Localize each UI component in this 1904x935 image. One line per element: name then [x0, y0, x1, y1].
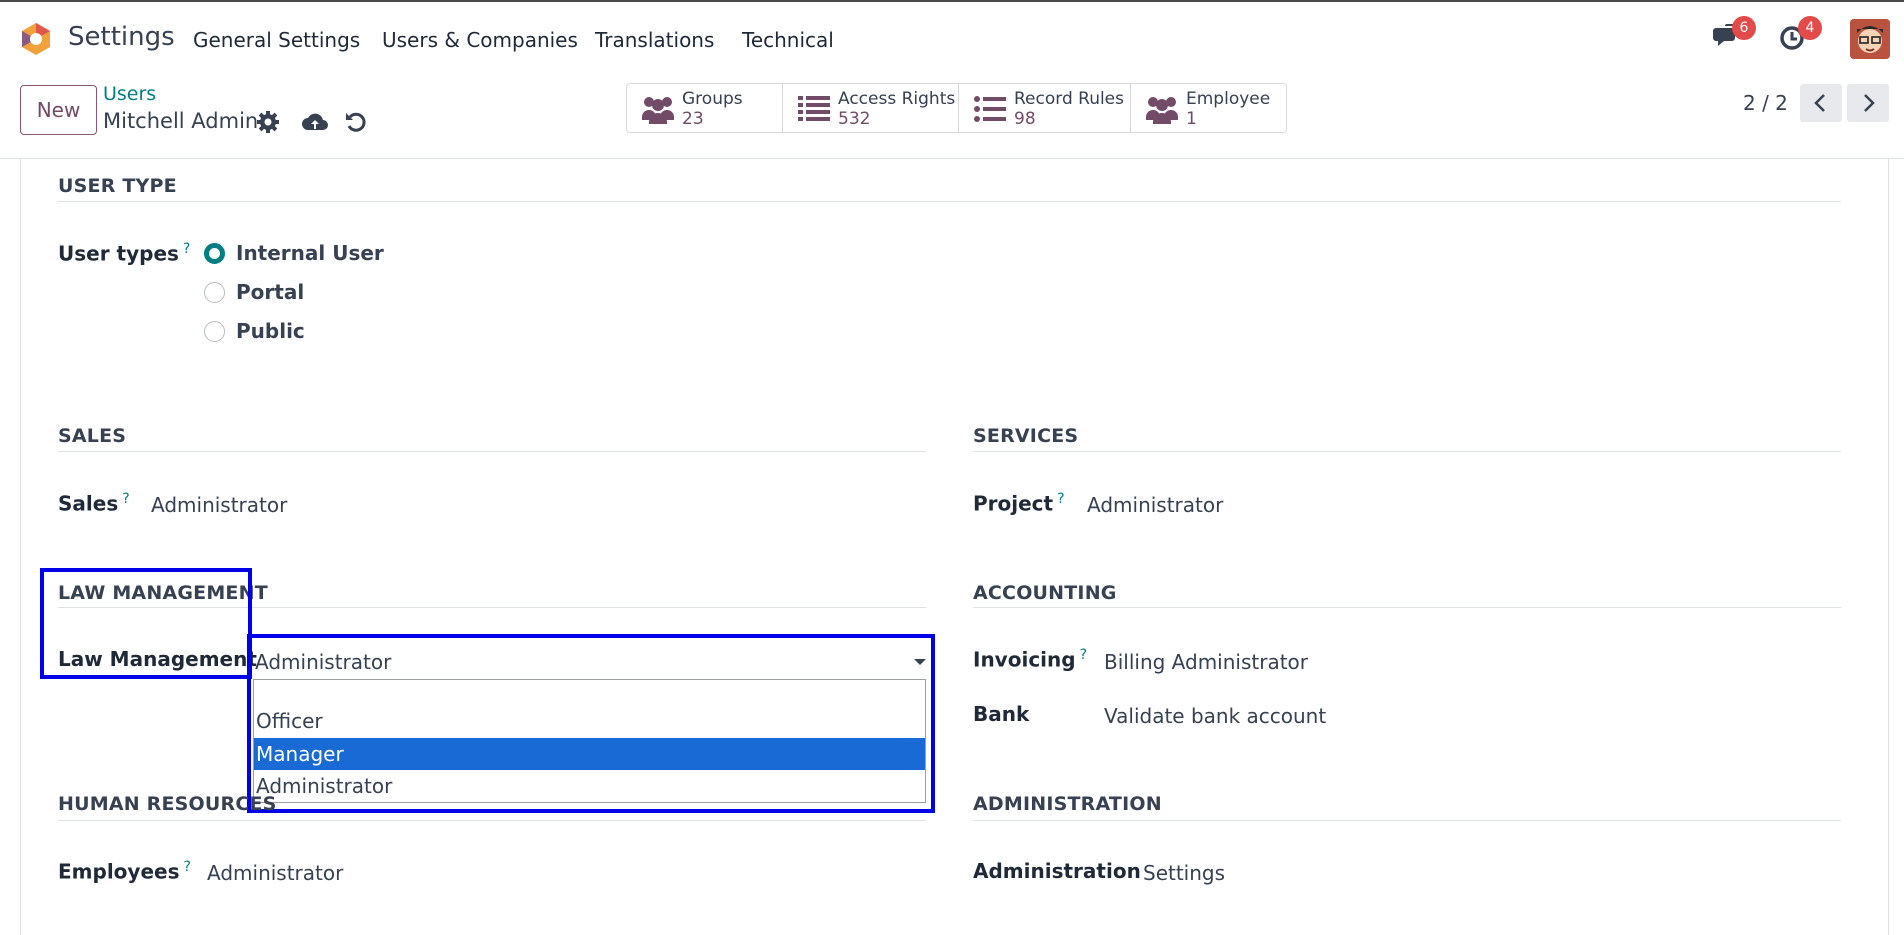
users-icon	[642, 97, 674, 124]
employees-label: Employees?	[58, 859, 191, 884]
section-divider	[58, 820, 926, 821]
chevron-left-icon	[1814, 94, 1825, 112]
section-title-administration: ADMINISTRATION	[973, 793, 1162, 815]
highlight-box-law-label	[40, 568, 252, 679]
menu-general-settings[interactable]: General Settings	[193, 28, 360, 52]
smart-button-label: Groups	[682, 89, 743, 109]
highlight-box-law-select	[247, 634, 935, 813]
help-icon[interactable]: ?	[1080, 647, 1087, 663]
bank-label: Bank	[973, 702, 1030, 726]
section-title-accounting: ACCOUNTING	[973, 582, 1117, 604]
bank-value[interactable]: Validate bank account	[1104, 704, 1326, 728]
app-title[interactable]: Settings	[68, 22, 175, 52]
section-title-sales: SALES	[58, 425, 127, 447]
smart-button-value: 98	[1014, 109, 1036, 129]
menu-translations[interactable]: Translations	[595, 28, 714, 52]
activities-badge: 4	[1798, 16, 1822, 40]
section-divider	[973, 607, 1841, 608]
employees-label-text: Employees	[58, 859, 180, 884]
record-name: Mitchell Admin	[103, 109, 259, 133]
menu-users-companies[interactable]: Users & Companies	[382, 28, 578, 52]
radio-portal[interactable]	[204, 282, 225, 303]
form-sheet	[20, 159, 1889, 935]
breadcrumb-users[interactable]: Users	[103, 83, 156, 105]
smart-button-record-rules[interactable]: Record Rules 98	[959, 84, 1131, 132]
invoicing-label: Invoicing?	[973, 647, 1087, 672]
smart-button-employee[interactable]: Employee 1	[1131, 84, 1286, 132]
gear-icon[interactable]	[255, 109, 281, 135]
smart-buttons: Groups 23 Access Rights 532 Record Rules…	[626, 83, 1287, 133]
smart-button-value: 23	[682, 109, 704, 129]
section-divider	[973, 451, 1841, 452]
control-panel: New Users Mitchell Admin Groups 23 Acces…	[0, 73, 1904, 159]
users-icon	[1146, 97, 1178, 124]
employees-value[interactable]: Administrator	[207, 861, 343, 885]
discard-changes-icon[interactable]	[343, 109, 369, 135]
administration-value[interactable]: Settings	[1143, 861, 1225, 885]
sales-value[interactable]: Administrator	[151, 493, 287, 517]
radio-internal-user[interactable]	[204, 243, 225, 264]
radio-public[interactable]	[204, 321, 225, 342]
help-icon[interactable]: ?	[183, 859, 190, 875]
radio-label-portal[interactable]: Portal	[236, 280, 304, 304]
help-icon[interactable]: ?	[122, 491, 129, 507]
invoicing-label-text: Invoicing	[973, 647, 1076, 672]
sales-label-text: Sales	[58, 491, 119, 516]
user-avatar[interactable]	[1850, 19, 1890, 59]
project-value[interactable]: Administrator	[1087, 493, 1223, 517]
section-divider	[973, 820, 1841, 821]
menu-technical[interactable]: Technical	[742, 28, 834, 52]
administration-label: Administration	[973, 859, 1141, 883]
avatar-face-icon	[1850, 19, 1890, 59]
section-title-human-resources: HUMAN RESOURCES	[58, 793, 277, 815]
user-types-label-text: User types	[58, 241, 179, 266]
chevron-right-icon	[1864, 94, 1875, 112]
section-divider	[58, 451, 926, 452]
activities-button[interactable]: 4	[1778, 16, 1822, 56]
pager-previous-button[interactable]	[1800, 84, 1842, 122]
section-title-user-type: USER TYPE	[58, 175, 177, 197]
user-types-label: User types?	[58, 241, 190, 266]
help-icon[interactable]: ?	[1057, 491, 1064, 507]
smart-button-label: Record Rules	[1014, 89, 1125, 109]
messages-badge: 6	[1732, 16, 1756, 40]
sales-label: Sales?	[58, 491, 130, 516]
smart-button-label: Employee	[1186, 89, 1271, 109]
pager-next-button[interactable]	[1847, 84, 1889, 122]
radio-label-internal-user[interactable]: Internal User	[236, 241, 384, 265]
smart-button-access-rights[interactable]: Access Rights 532	[783, 84, 959, 132]
smart-button-value: 1	[1186, 109, 1197, 129]
project-label: Project?	[973, 491, 1065, 516]
list-icon	[974, 96, 1006, 122]
help-icon[interactable]: ?	[183, 241, 190, 257]
odoo-app-logo-icon[interactable]	[20, 22, 52, 56]
messages-button[interactable]: 6	[1712, 16, 1756, 56]
project-label-text: Project	[973, 491, 1054, 516]
cloud-upload-icon[interactable]	[301, 109, 329, 135]
pager-value[interactable]: 2 / 2	[1743, 91, 1788, 115]
invoicing-value[interactable]: Billing Administrator	[1104, 650, 1308, 674]
smart-button-groups[interactable]: Groups 23	[627, 84, 783, 132]
list-icon	[798, 96, 830, 121]
new-button[interactable]: New	[20, 85, 97, 135]
section-divider	[58, 201, 1841, 202]
section-title-services: SERVICES	[973, 425, 1079, 447]
radio-label-public[interactable]: Public	[236, 319, 305, 343]
smart-button-label: Access Rights	[838, 89, 956, 109]
smart-button-value: 532	[838, 109, 871, 129]
top-navbar: Settings General Settings Users & Compan…	[0, 0, 1904, 73]
